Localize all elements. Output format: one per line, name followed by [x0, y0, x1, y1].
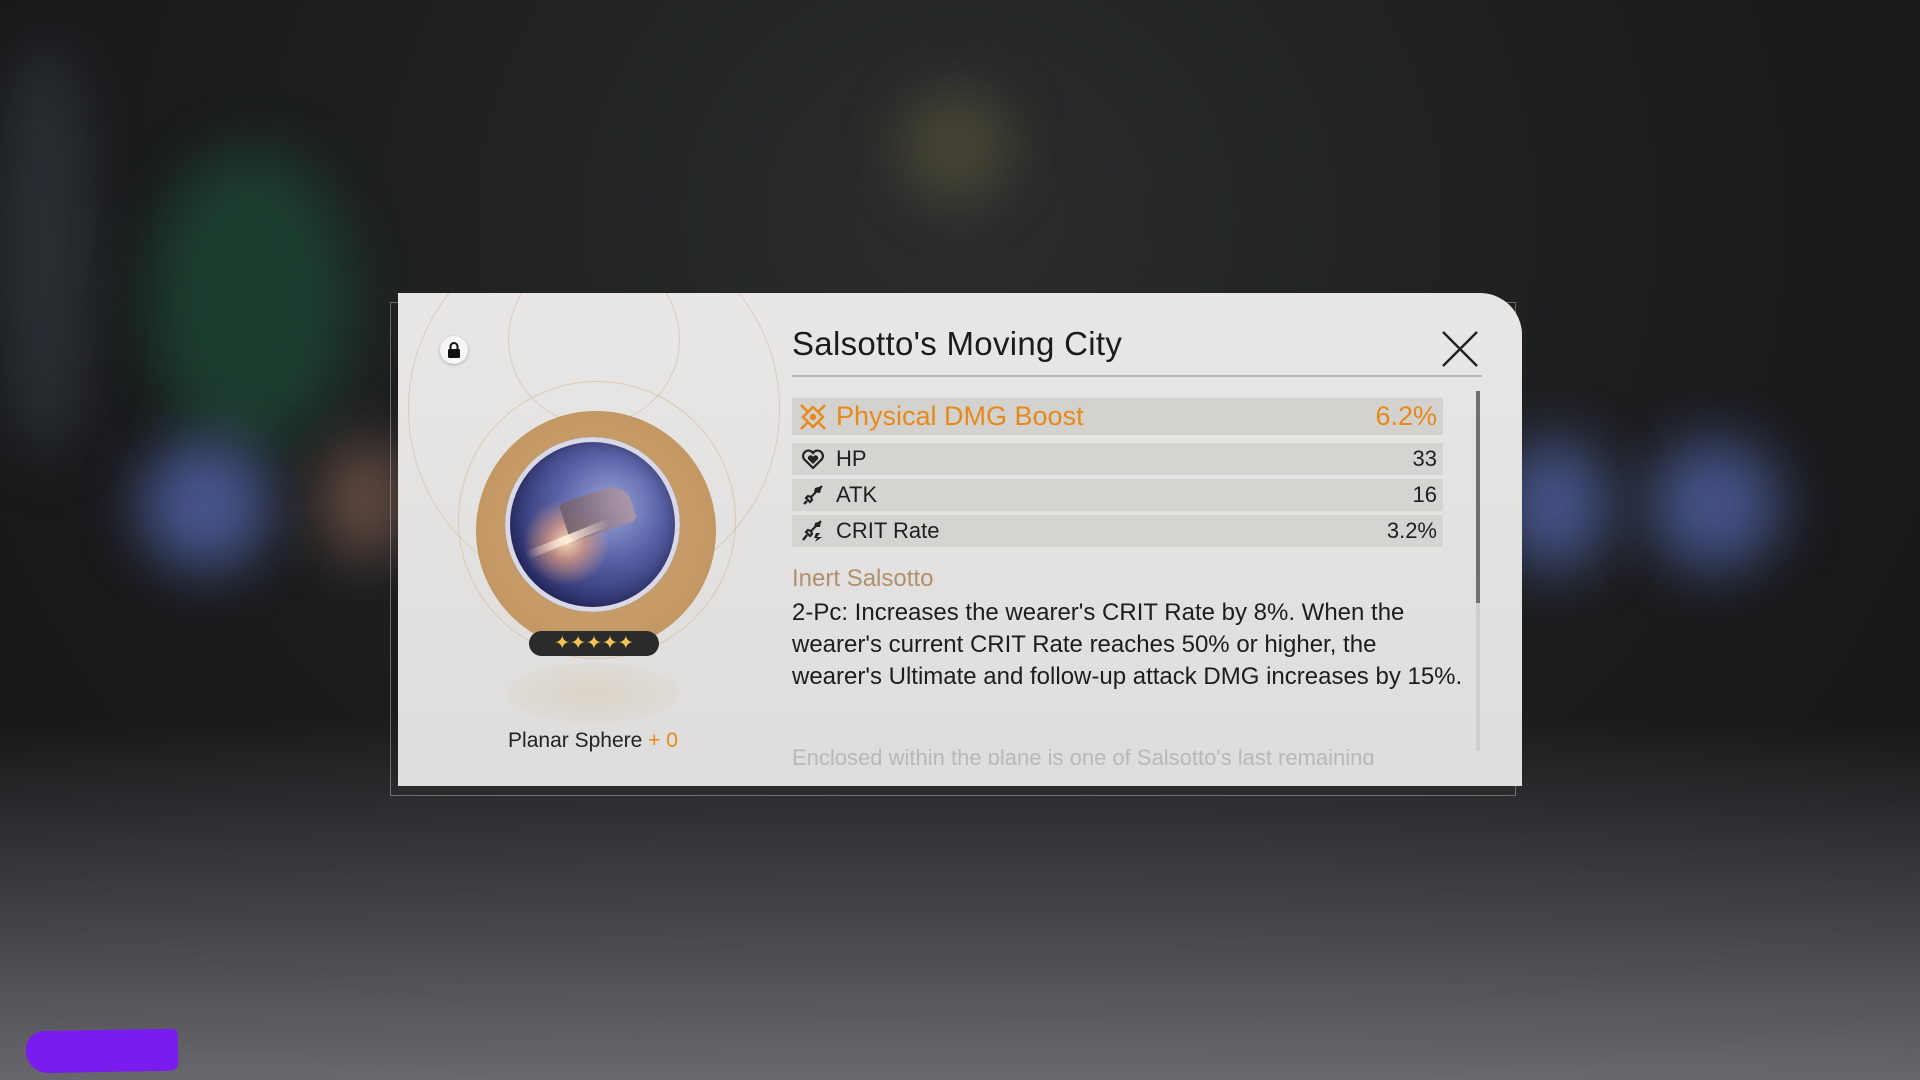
relic-title: Salsotto's Moving City	[792, 325, 1123, 362]
set-bonus-description: 2-Pc: Increases the wearer's CRIT Rate b…	[792, 599, 1463, 690]
main-stat-value: 6.2%	[1375, 401, 1437, 431]
main-stat-name: Physical DMG Boost	[836, 401, 1084, 431]
planar-sphere-image	[505, 437, 680, 612]
sub-stat-name: CRIT Rate	[836, 518, 940, 543]
set-name: Inert Salsotto	[792, 565, 934, 592]
lock-icon	[448, 342, 460, 358]
lore-text: Enclosed within the plane is one of Sals…	[792, 745, 1375, 765]
sub-stat-name: HP	[836, 446, 867, 471]
sub-stat-value: 16	[1412, 482, 1437, 507]
main-stat-row: Physical DMG Boost 6.2%	[792, 398, 1443, 435]
item-type-label: Planar Sphere + 0	[398, 729, 788, 753]
redaction-mark	[25, 1028, 179, 1074]
sub-stat-value: 33	[1412, 446, 1437, 471]
relic-detail-card: ✦✦✦✦✦ Planar Sphere + 0 Salsotto's Movin…	[398, 293, 1522, 786]
physical-dmg-icon	[798, 403, 828, 431]
crit-rate-icon	[798, 519, 828, 543]
sub-stat-row-hp: HP 33	[792, 443, 1443, 475]
item-type-text: Planar Sphere	[508, 729, 643, 752]
sub-stat-value: 3.2%	[1386, 518, 1437, 543]
heart-icon	[798, 449, 828, 469]
close-button[interactable]	[1438, 327, 1482, 371]
lock-button[interactable]	[440, 336, 468, 364]
title-divider	[792, 375, 1482, 377]
sub-stat-row-atk: ATK 16	[792, 479, 1443, 511]
relic-preview-panel: ✦✦✦✦✦ Planar Sphere + 0	[398, 293, 788, 786]
item-level: + 0	[648, 729, 678, 752]
sub-stat-row-crit-rate: CRIT Rate 3.2%	[792, 515, 1443, 547]
close-icon	[1442, 331, 1478, 367]
scrollbar[interactable]	[1476, 391, 1480, 751]
sub-stat-name: ATK	[836, 482, 878, 507]
rarity-stars: ✦✦✦✦✦	[529, 631, 659, 656]
scroll-thumb[interactable]	[1476, 391, 1480, 603]
sword-icon	[798, 484, 828, 506]
